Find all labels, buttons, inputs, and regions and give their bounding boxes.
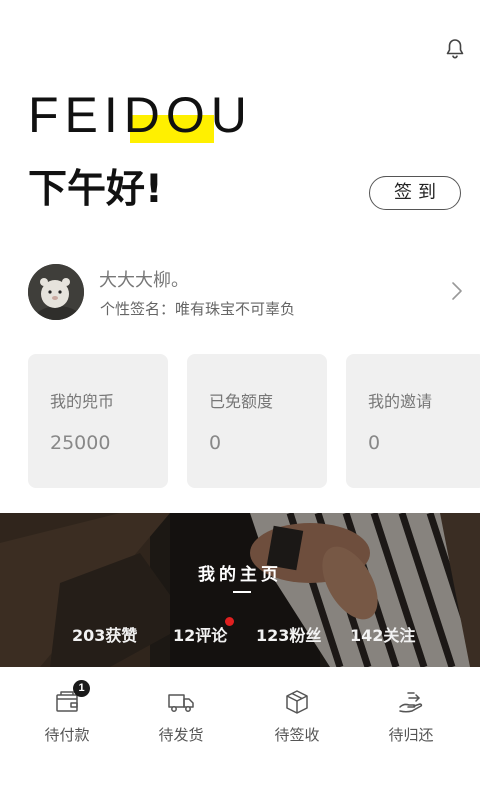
username: 大大大柳。 — [99, 270, 189, 291]
stat-fans[interactable]: 123粉丝 — [256, 622, 321, 646]
card-value: 0 — [209, 432, 222, 454]
card-value: 25000 — [50, 432, 111, 454]
tab-pending-receipt[interactable]: 待签收 — [252, 688, 342, 758]
card-title: 已免额度 — [209, 392, 274, 411]
truck-icon — [168, 694, 194, 712]
card-title: 我的邀请 — [368, 392, 433, 411]
banner-title: 我的主页 — [198, 565, 282, 585]
signin-button[interactable]: 签到 — [369, 176, 461, 210]
package-icon — [286, 690, 308, 714]
greeting-title: 下午好! — [28, 167, 163, 212]
return-hand-icon — [399, 692, 423, 713]
chevron-right-icon[interactable] — [450, 279, 464, 303]
bell-icon[interactable] — [443, 37, 467, 61]
tab-label: 待签收 — [274, 726, 320, 744]
pending-payment-badge: 1 — [73, 680, 90, 697]
brand-logo: FEIDOU — [28, 87, 298, 148]
stat-comments[interactable]: 12评论 — [173, 622, 227, 646]
profile-row[interactable]: 大大大柳。 个性签名：唯有珠宝不可辜负 — [28, 264, 468, 320]
comments-notification-dot — [225, 617, 234, 626]
tab-label: 待发货 — [158, 726, 204, 744]
avatar-image — [28, 264, 84, 320]
stat-follows[interactable]: 142关注 — [350, 622, 415, 646]
tab-label: 待归还 — [388, 726, 434, 744]
tab-pending-shipment[interactable]: 待发货 — [136, 688, 226, 758]
tab-label: 待付款 — [44, 726, 90, 744]
card-free-quota[interactable]: 已免额度 0 — [187, 354, 327, 488]
tab-pending-payment[interactable]: 1 待付款 — [22, 680, 112, 758]
stat-likes[interactable]: 203获赞 — [72, 622, 137, 646]
card-value: 0 — [368, 432, 381, 454]
tab-pending-return[interactable]: 待归还 — [366, 688, 456, 758]
card-coins[interactable]: 我的兜币 25000 — [28, 354, 168, 488]
avatar[interactable] — [28, 264, 84, 320]
banner-title-underline — [233, 591, 251, 593]
card-title: 我的兜币 — [50, 392, 115, 411]
logo-text: FEIDOU — [28, 87, 253, 143]
user-signature: 个性签名：唯有珠宝不可辜负 — [100, 300, 296, 318]
card-invites[interactable]: 我的邀请 0 — [346, 354, 480, 488]
homepage-banner[interactable]: 我的主页 203获赞 12评论 123粉丝 142关注 — [0, 513, 480, 667]
